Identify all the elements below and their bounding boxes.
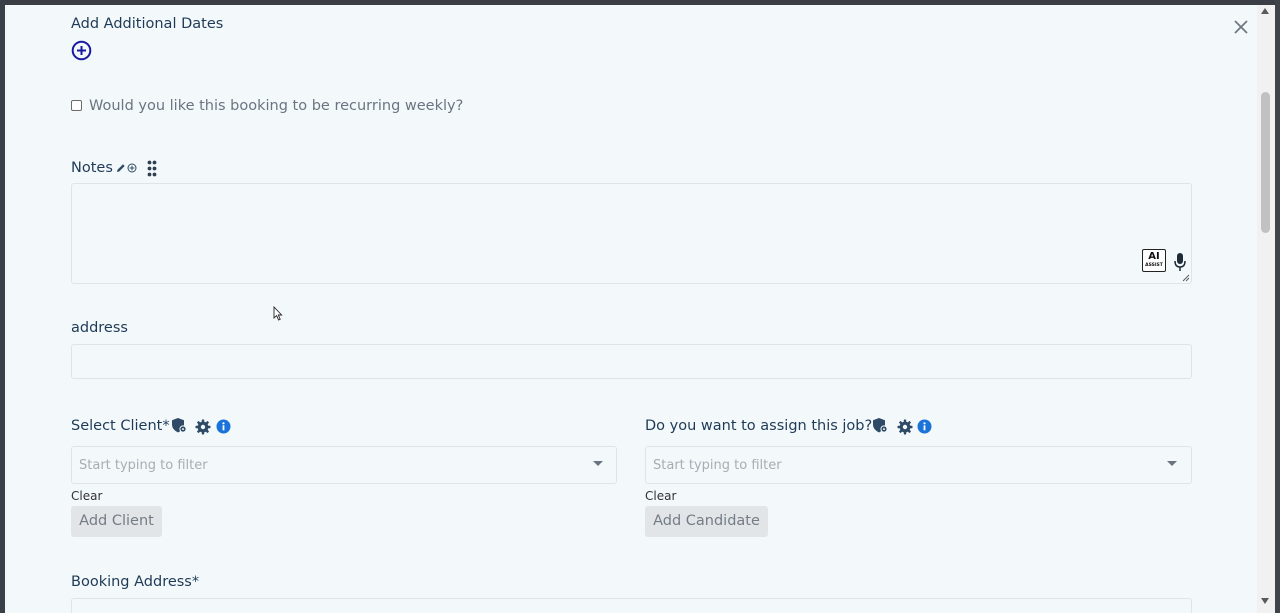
drag-handle-icon[interactable] <box>147 160 157 177</box>
add-date-plus-circle-icon[interactable] <box>71 40 92 61</box>
shield-lock-icon[interactable] <box>872 417 889 434</box>
gear-icon[interactable] <box>195 419 211 435</box>
booking-address-label: Booking Address* <box>71 574 200 590</box>
add-candidate-button[interactable]: Add Candidate <box>645 506 768 537</box>
scroll-thumb[interactable] <box>1261 92 1270 233</box>
booking-modal <box>5 5 1257 613</box>
textarea-resize-handle-icon[interactable] <box>1182 274 1190 282</box>
address-input[interactable] <box>71 344 1192 379</box>
assign-select-placeholder: Start typing to filter <box>653 458 782 473</box>
add-client-button[interactable]: Add Client <box>71 506 162 537</box>
notes-textarea[interactable] <box>71 183 1192 284</box>
chevron-down-icon[interactable] <box>593 461 603 466</box>
backdrop-right <box>1275 0 1280 613</box>
client-clear-link[interactable]: Clear <box>71 489 102 503</box>
close-icon[interactable] <box>1232 18 1250 36</box>
ai-assist-main-label: AI <box>1148 251 1160 262</box>
scroll-down-arrow-icon[interactable] <box>1261 598 1269 604</box>
ai-assist-sub-label: ASSIST <box>1145 263 1163 268</box>
recurring-label: Would you like this booking to be recurr… <box>89 98 464 114</box>
shield-lock-icon[interactable] <box>171 417 188 434</box>
add-dates-label: Add Additional Dates <box>71 16 224 32</box>
info-icon[interactable] <box>216 419 231 434</box>
gear-icon[interactable] <box>897 419 913 435</box>
address-label: address <box>71 320 128 336</box>
client-select-placeholder: Start typing to filter <box>79 458 208 473</box>
microphone-icon[interactable] <box>1173 252 1187 272</box>
assign-clear-link[interactable]: Clear <box>645 489 676 503</box>
chevron-down-icon[interactable] <box>1167 461 1177 466</box>
recurring-checkbox[interactable] <box>71 100 82 111</box>
scroll-up-arrow-icon[interactable] <box>1261 8 1269 14</box>
booking-address-input[interactable] <box>71 598 1192 613</box>
pencil-icon[interactable] <box>116 163 126 173</box>
notes-label: Notes <box>71 160 113 176</box>
modal-scrollbar[interactable] <box>1257 5 1275 613</box>
mouse-cursor-icon <box>273 306 283 321</box>
info-icon[interactable] <box>917 419 932 434</box>
assign-job-label: Do you want to assign this job? <box>645 418 873 434</box>
ai-assist-icon[interactable]: AI ASSIST <box>1142 249 1166 272</box>
plus-small-icon[interactable] <box>127 163 137 173</box>
select-client-label: Select Client* <box>71 418 170 434</box>
